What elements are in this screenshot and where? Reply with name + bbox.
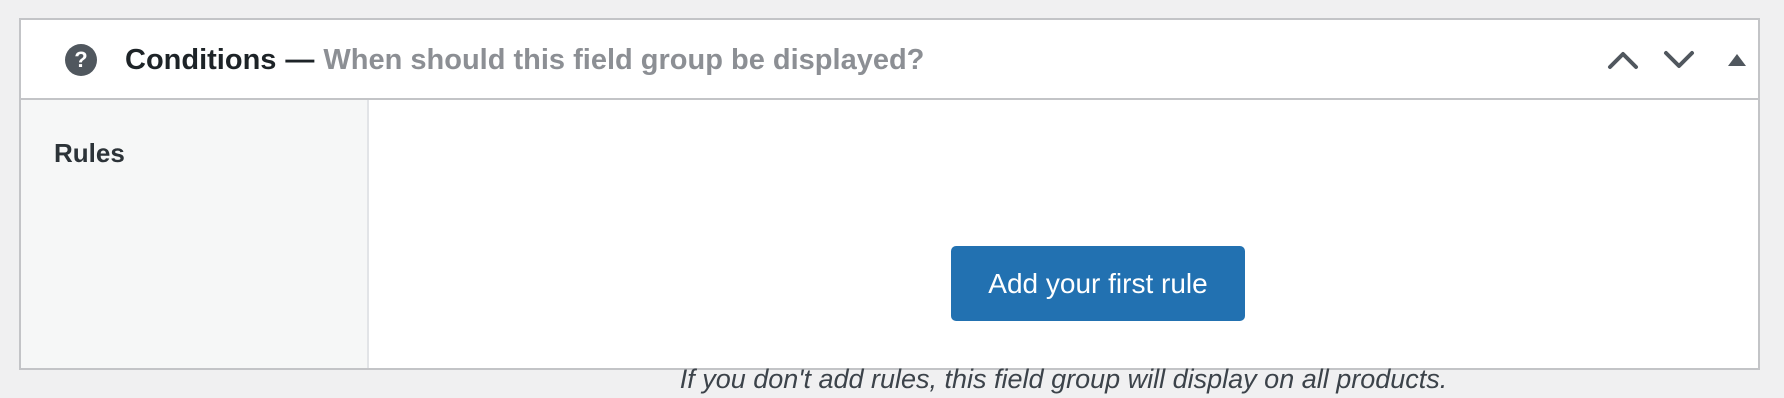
rules-label-column: Rules bbox=[21, 100, 369, 368]
rules-hint-text: If you don't add rules, this field group… bbox=[679, 364, 1448, 394]
rules-content: Add your first rule If you don't add rul… bbox=[369, 100, 1758, 394]
chevron-down-icon bbox=[1664, 51, 1694, 68]
toggle-panel-button[interactable] bbox=[1717, 42, 1757, 78]
panel-body: Rules Add your first rule If you don't a… bbox=[21, 100, 1758, 394]
move-down-button[interactable] bbox=[1659, 42, 1699, 78]
title-separator: — bbox=[285, 43, 315, 76]
panel-title: Conditions — When should this field grou… bbox=[125, 20, 924, 100]
rules-label: Rules bbox=[54, 138, 125, 168]
panel-subtitle: When should this field group be displaye… bbox=[323, 43, 925, 76]
panel-title-main: Conditions bbox=[125, 43, 277, 76]
triangle-up-icon bbox=[1728, 54, 1746, 66]
move-up-button[interactable] bbox=[1603, 42, 1643, 78]
conditions-panel: ? Conditions — When should this field gr… bbox=[19, 18, 1760, 394]
panel-header: ? Conditions — When should this field gr… bbox=[21, 20, 1758, 100]
chevron-up-icon bbox=[1608, 52, 1638, 69]
add-first-rule-button[interactable]: Add your first rule bbox=[951, 246, 1245, 321]
question-mark-circle-icon[interactable]: ? bbox=[65, 44, 97, 76]
